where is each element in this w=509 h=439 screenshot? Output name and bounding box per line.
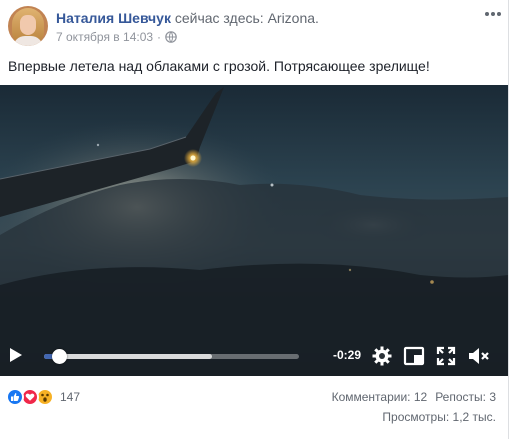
gear-icon[interactable] [371, 345, 393, 367]
post-footer: 147 Комментарии: 12 Репосты: 3 Просмотры… [0, 376, 508, 439]
video-progress-bar[interactable] [44, 349, 299, 364]
picture-in-picture-icon[interactable] [403, 345, 425, 367]
like-icon [6, 388, 24, 406]
buffered-bar [44, 354, 213, 359]
place-link[interactable]: Arizona. [268, 10, 319, 26]
video-player[interactable]: -0:29 [0, 85, 508, 376]
meta-separator: · [157, 30, 162, 44]
author-name-link[interactable]: Наталия Шевчук [56, 10, 171, 26]
post-card: Наталия Шевчук сейчас здесь: Arizona. 7 … [0, 0, 509, 439]
fullscreen-icon[interactable] [435, 345, 457, 367]
volume-muted-icon[interactable] [467, 345, 489, 367]
activity-text: сейчас здесь: [174, 10, 264, 26]
video-frame [0, 85, 508, 376]
reactions-summary[interactable]: 147 [6, 388, 80, 406]
post-header: Наталия Шевчук сейчас здесь: Arizona. 7 … [8, 6, 503, 50]
progress-handle[interactable] [52, 349, 68, 364]
timestamp-link[interactable]: 7 октября в 14:03 [56, 30, 153, 44]
post-stats: Комментарии: 12 Репосты: 3 [332, 390, 496, 404]
globe-icon[interactable] [165, 31, 177, 43]
video-controls: -0:29 [0, 336, 508, 376]
post-text: Впервые летела над облаками с грозой. По… [8, 58, 430, 74]
shares-count-link[interactable]: Репосты: 3 [435, 390, 496, 404]
play-icon[interactable] [8, 346, 24, 364]
comments-count-link[interactable]: Комментарии: 12 [332, 390, 428, 404]
reaction-count: 147 [60, 390, 81, 404]
time-remaining: -0:29 [333, 348, 362, 362]
author-avatar[interactable] [8, 6, 48, 46]
post-meta: 7 октября в 14:03 · [56, 30, 177, 44]
views-count: Просмотры: 1,2 тыс. [382, 410, 496, 424]
ellipsis-icon[interactable] [483, 8, 503, 22]
post-title-line: Наталия Шевчук сейчас здесь: Arizona. [56, 10, 319, 26]
